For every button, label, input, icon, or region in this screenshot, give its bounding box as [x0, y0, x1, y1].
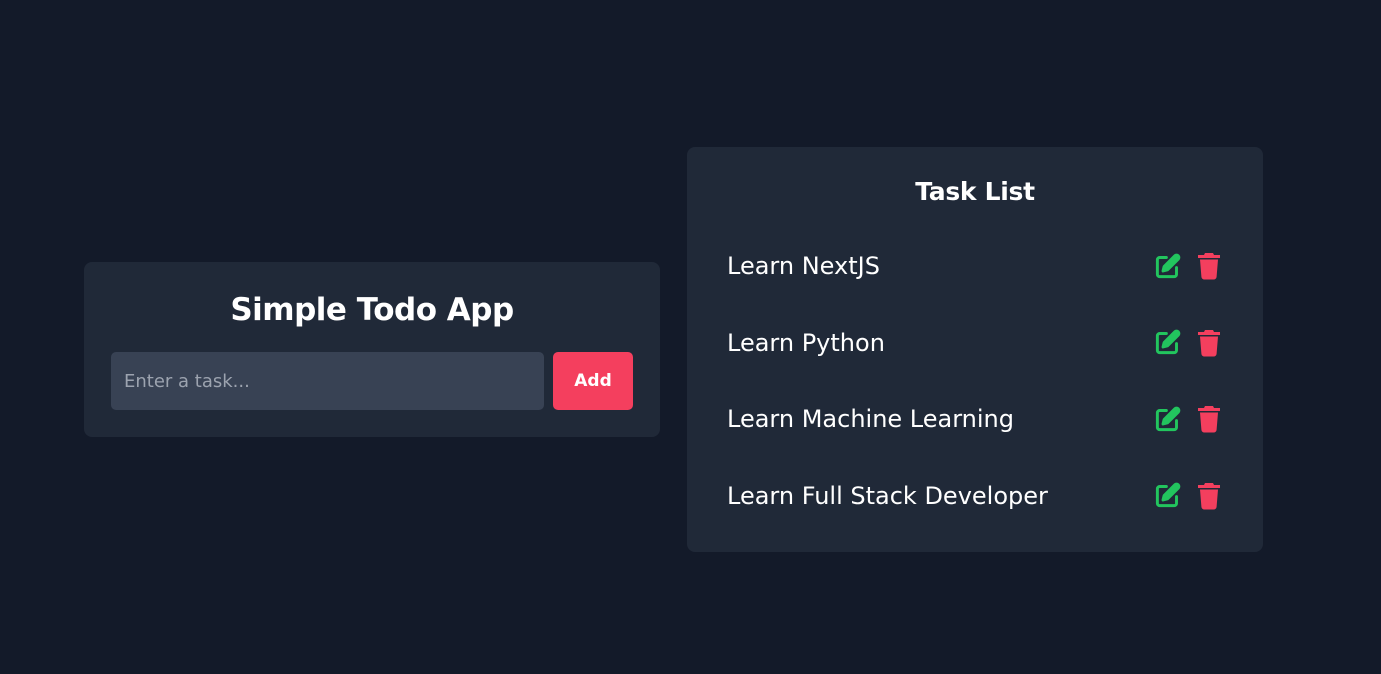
task-actions [1153, 470, 1223, 522]
trash-icon[interactable] [1195, 482, 1223, 510]
trash-icon[interactable] [1195, 252, 1223, 280]
task-list: Learn NextJS Learn Python Learn Machine … [727, 240, 1223, 546]
task-item: Learn Python [727, 317, 1223, 394]
edit-icon[interactable] [1153, 252, 1181, 280]
task-label: Learn Python [727, 328, 885, 357]
task-list-card: Task List Learn NextJS Learn Python Lear… [687, 147, 1263, 552]
trash-icon[interactable] [1195, 405, 1223, 433]
edit-icon[interactable] [1153, 405, 1181, 433]
task-item: Learn Machine Learning [727, 393, 1223, 470]
edit-icon[interactable] [1153, 329, 1181, 357]
task-actions [1153, 393, 1223, 445]
todo-input-card: Simple Todo App Add [84, 262, 660, 437]
trash-icon[interactable] [1195, 329, 1223, 357]
task-item: Learn NextJS [727, 240, 1223, 317]
app-title: Simple Todo App [230, 292, 514, 328]
task-label: Learn NextJS [727, 252, 880, 280]
edit-icon[interactable] [1153, 482, 1181, 510]
task-label: Learn Full Stack Developer [727, 481, 1048, 510]
task-item: Learn Full Stack Developer [727, 470, 1223, 547]
task-actions [1153, 317, 1223, 369]
task-actions [1153, 240, 1223, 292]
add-button[interactable]: Add [553, 352, 633, 410]
task-label: Learn Machine Learning [727, 405, 1014, 433]
task-input[interactable] [111, 352, 544, 410]
task-list-title: Task List [915, 177, 1035, 206]
